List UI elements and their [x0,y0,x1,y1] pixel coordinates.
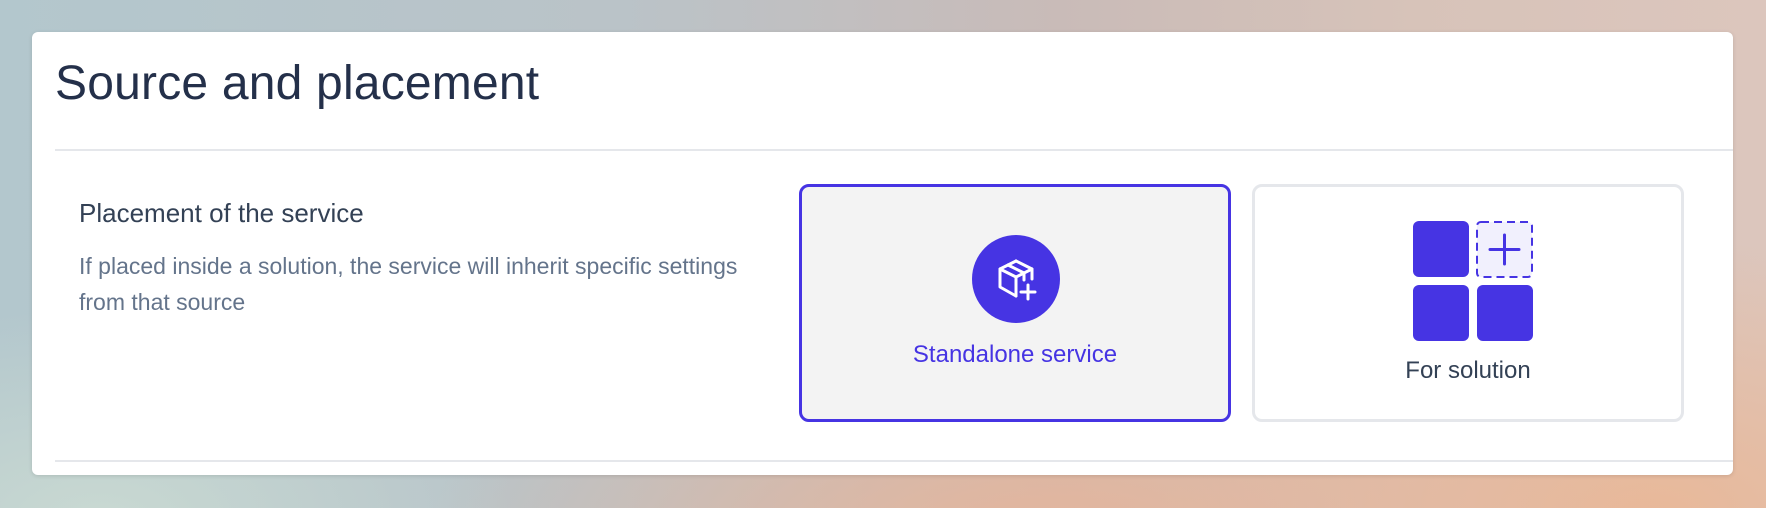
section-heading: Placement of the service [79,198,364,228]
header-divider [55,149,1733,151]
footer-divider [55,460,1733,462]
box-plus-icon [972,235,1060,323]
settings-card: Source and placement Placement of the se… [32,32,1733,475]
for-solution-label: For solution [1405,357,1531,384]
for-solution-option[interactable]: For solution [1252,184,1684,422]
standalone-service-label: Standalone service [912,341,1118,368]
page-title: Source and placement [55,57,540,110]
standalone-service-option[interactable]: Standalone service [799,184,1231,422]
grid-plus-icon [1413,221,1533,341]
section-description: If placed inside a solution, the service… [79,253,738,315]
